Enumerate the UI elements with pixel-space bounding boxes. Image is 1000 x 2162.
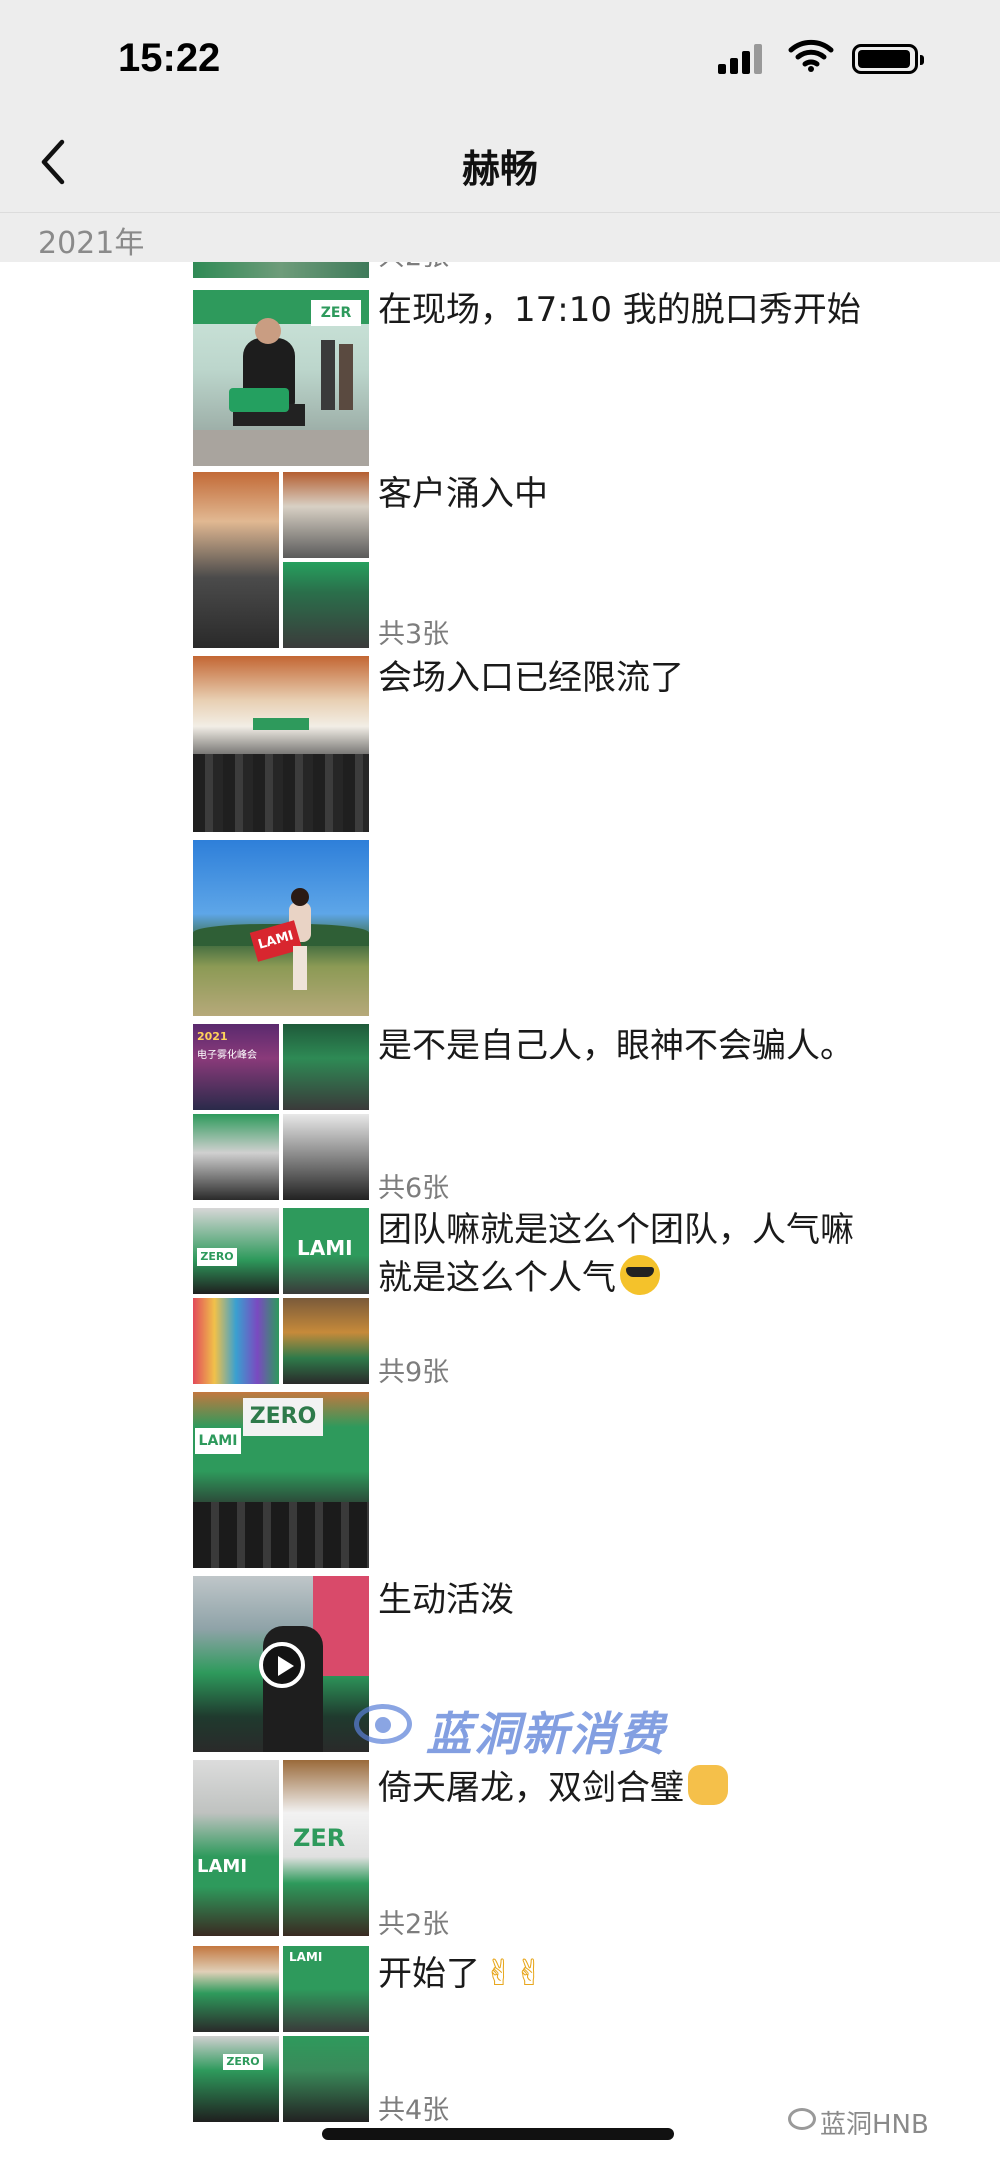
post-5-photo-a[interactable]: 2021 电子雾化峰会 <box>193 1024 279 1110</box>
brand-text: 蓝洞HNB <box>820 2110 929 2140</box>
post-caption-3: 会场入口已经限流了 <box>378 658 684 698</box>
watermark-text: 蓝洞新消费 <box>426 1707 666 1761</box>
post-6-photo-a[interactable]: ZERO <box>193 1208 279 1294</box>
watermark: 蓝洞新消费 <box>348 1694 678 1761</box>
post-caption-5: 是不是自己人，眼神不会骗人。 <box>378 1026 854 1066</box>
banner-year: 2021 <box>197 1030 228 1043</box>
top-bar: 15:22 赫畅 2021年 <box>0 0 1000 262</box>
photo-count-5: 共6张 <box>378 1173 450 1204</box>
post-2-photo-a[interactable] <box>193 472 279 648</box>
wifi-icon <box>788 39 834 72</box>
post-caption-10: 开始了 ✌✌ <box>378 1950 918 1998</box>
post-photo-4[interactable]: LAMI <box>193 840 369 1016</box>
post-caption-9: 倚天屠龙，双剑合璧 <box>378 1764 918 1812</box>
post-10-photo-d[interactable] <box>283 2036 369 2122</box>
status-time: 15:22 <box>118 36 221 80</box>
sign-text: ZER <box>293 1824 346 1852</box>
wechat-logo-icon <box>788 2108 816 2130</box>
post-10-photo-c[interactable]: ZERO <box>193 2036 279 2122</box>
signal-icon <box>718 42 764 74</box>
victory-hand-emoji-icon: ✌✌ <box>484 1953 545 1994</box>
photo-count-9: 共2张 <box>378 1909 450 1940</box>
post-photo-1[interactable]: ZER <box>193 290 369 466</box>
post-5-photo-c[interactable] <box>193 1114 279 1200</box>
post-2-photo-c[interactable] <box>283 562 369 648</box>
battery-icon <box>852 44 924 74</box>
post-6-photo-d[interactable] <box>283 1298 369 1384</box>
post-photos-9[interactable]: LAMI ZER <box>193 1760 369 1936</box>
year-label: 2021年 <box>38 226 145 261</box>
post-photos-5[interactable]: 2021 电子雾化峰会 <box>193 1024 369 1200</box>
photo-count-10: 共4张 <box>378 2095 450 2126</box>
post-6-photo-b[interactable]: LAMI <box>283 1208 369 1294</box>
sunglasses-emoji-icon <box>620 1255 660 1295</box>
post-caption-10-text: 开始了 <box>378 1954 480 1994</box>
eye-logo-icon <box>354 1704 412 1744</box>
photo-partial-top[interactable] <box>193 262 369 278</box>
post-2-photo-b[interactable] <box>283 472 369 558</box>
post-photos-6[interactable]: ZERO LAMI <box>193 1208 369 1384</box>
play-icon[interactable] <box>259 1642 305 1688</box>
photo-count-6: 共9张 <box>378 1357 450 1388</box>
post-caption-9-text: 倚天屠龙，双剑合璧 <box>378 1768 684 1808</box>
post-10-photo-a[interactable] <box>193 1946 279 2032</box>
post-9-photo-b[interactable]: ZER <box>283 1760 369 1936</box>
post-caption-6-text: 团队嘛就是这么个团队，人气嘛就是这么个人气 <box>378 1210 854 1298</box>
sign-text: ZERO <box>223 2054 263 2070</box>
sign-text: LAMI <box>289 1950 323 1964</box>
page-title: 赫畅 <box>461 147 538 191</box>
sign-text: ZERO <box>243 1398 323 1436</box>
post-photos-10[interactable]: LAMI ZERO <box>193 1946 369 2122</box>
sign-text: LAMI <box>197 1856 248 1877</box>
post-5-photo-b[interactable] <box>283 1024 369 1110</box>
post-video-8[interactable] <box>193 1576 369 1752</box>
sign-text: ZERO <box>197 1248 237 1266</box>
banner-text: 电子雾化峰会 <box>197 1050 257 1061</box>
post-caption-1: 在现场，17:10 我的脱口秀开始 <box>378 290 861 330</box>
home-indicator[interactable] <box>322 2128 674 2140</box>
post-9-photo-a[interactable]: LAMI <box>193 1760 279 1936</box>
post-caption-2: 客户涌入中 <box>378 474 548 514</box>
post-photos-2[interactable] <box>193 472 369 648</box>
sign-text: LAMI <box>195 1428 241 1454</box>
photo-count-2: 共3张 <box>378 619 450 650</box>
post-10-photo-b[interactable]: LAMI <box>283 1946 369 2032</box>
sign-text: LAMI <box>297 1236 353 1260</box>
post-5-photo-d[interactable] <box>283 1114 369 1200</box>
header-divider <box>0 212 1000 213</box>
raised-fist-emoji-icon <box>688 1765 728 1805</box>
post-photo-7[interactable]: ZERO LAMI <box>193 1392 369 1568</box>
sign-text: ZER <box>311 300 361 326</box>
post-caption-8: 生动活泼 <box>378 1580 514 1620</box>
post-caption-6: 团队嘛就是这么个团队，人气嘛就是这么个人气 <box>378 1206 878 1302</box>
post-6-photo-c[interactable] <box>193 1298 279 1384</box>
post-photo-3[interactable] <box>193 656 369 832</box>
